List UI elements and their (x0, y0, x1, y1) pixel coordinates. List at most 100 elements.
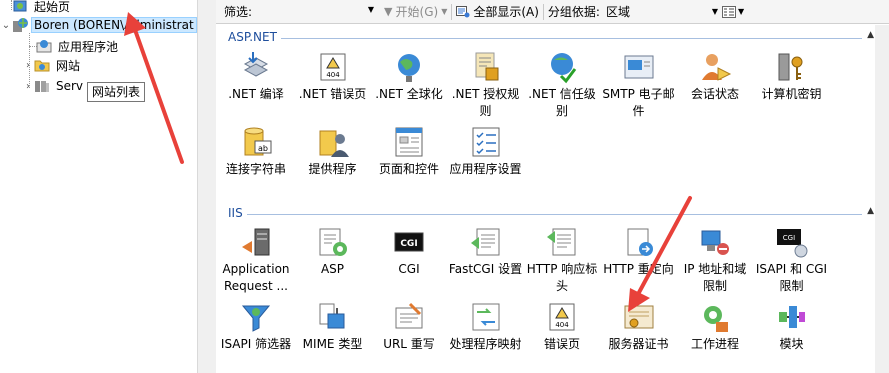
feature-modules[interactable]: 模块 (754, 300, 830, 373)
tree-item-app-pools[interactable]: 应用程序池 (36, 36, 121, 56)
tree-item-sites[interactable]: › 网站 (22, 55, 83, 75)
feature-label: 模块 (779, 337, 804, 351)
dropdown-arrow-icon[interactable]: ▼ (368, 5, 374, 14)
features-view: ASP.NET ▲ .NET 编译 404 .NET 错误页 .NET 全球化 .NET… (216, 25, 889, 373)
server-globe-icon (12, 17, 28, 33)
feature-label: .NET 信任级别 (528, 87, 596, 118)
feature-mime-types[interactable]: MIME 类型 (295, 300, 371, 373)
feature-http-redirect[interactable]: HTTP 重定向 (601, 225, 677, 301)
feature-arr[interactable]: Application Request ... (218, 225, 294, 301)
feature-net-error-pages[interactable]: 404 .NET 错误页 (295, 50, 371, 126)
feature-label: 会话状态 (690, 87, 739, 101)
feature-cgi[interactable]: CGI CGI (371, 225, 447, 301)
feature-grid-iis: Application Request ... ASP CGI CGI FastCGI … (216, 225, 876, 373)
toolbar-separator (451, 3, 453, 20)
group-header-iis[interactable]: IIS ▲ (216, 204, 876, 222)
toolbar-separator (542, 3, 544, 20)
feature-label: .NET 编译 (228, 87, 284, 101)
tree-item-label: Boren (BOREN\Administrat (31, 17, 197, 33)
feature-server-certificates[interactable]: 服务器证书 (601, 300, 677, 373)
feature-app-settings[interactable]: 应用程序设置 (448, 125, 524, 201)
feature-fastcgi[interactable]: FastCGI 设置 (448, 225, 524, 301)
filter-input[interactable]: ▼ (258, 3, 376, 21)
feature-label: .NET 错误页 (298, 87, 367, 101)
net-authorization-icon (469, 50, 503, 84)
feature-net-globalization[interactable]: .NET 全球化 (371, 50, 447, 126)
feature-label: Application Request ... (222, 262, 290, 293)
funnel-icon: ▼ (384, 5, 393, 18)
net-compile-icon (239, 50, 273, 84)
session-state-icon (698, 50, 732, 84)
feature-handler-mappings[interactable]: 处理程序映射 (448, 300, 524, 373)
dropdown-arrow-icon[interactable]: ▼ (441, 7, 447, 16)
asp-icon (316, 225, 350, 259)
isapi-cgi-restrictions-icon: CGI (775, 225, 809, 259)
feature-label: ISAPI 和 CGI 限制 (755, 262, 828, 293)
group-by-label: 分组依据: (547, 5, 600, 19)
collapse-icon[interactable]: ▲ (867, 206, 874, 216)
dropdown-arrow-icon[interactable]: ▼ (712, 7, 718, 16)
tree-item-start-page[interactable]: 起始页 (12, 0, 73, 16)
feature-smtp-email[interactable]: SMTP 电子邮件 (601, 50, 677, 126)
iis-manager-window: 起始页 ⌄ Boren (BOREN\Administrat 应用程序池 › 网… (0, 0, 889, 373)
tree-item-label: 起始页 (34, 0, 71, 14)
feature-isapi-filters[interactable]: ISAPI 筛选器 (218, 300, 294, 373)
feature-pages-controls[interactable]: 页面和控件 (371, 125, 447, 201)
net-error-pages-icon: 404 (316, 50, 350, 84)
sites-folder-icon (34, 57, 50, 73)
machine-key-icon (775, 50, 809, 84)
connections-tree: 起始页 ⌄ Boren (BOREN\Administrat 应用程序池 › 网… (0, 0, 197, 373)
feature-worker-processes[interactable]: 工作进程 (677, 300, 753, 373)
feature-providers[interactable]: 提供程序 (295, 125, 371, 201)
feature-label: 提供程序 (308, 162, 357, 176)
svg-text:CGI: CGI (400, 239, 417, 249)
feature-label: ASP (320, 262, 345, 276)
dropdown-arrow-icon[interactable]: ▼ (738, 7, 744, 16)
feature-ip-restrictions[interactable]: IP 地址和域限制 (677, 225, 753, 301)
net-globalization-icon (392, 50, 426, 84)
go-button[interactable]: ▼ 开始(G) ▼ (384, 3, 447, 20)
group-by-value: 区域 (605, 5, 630, 19)
feature-http-response-headers[interactable]: HTTP 响应标头 (524, 225, 600, 301)
tree-item-server-farms[interactable]: › Serv (22, 76, 86, 96)
feature-label: 页面和控件 (378, 162, 439, 176)
vertical-scrollbar[interactable] (875, 25, 889, 373)
feature-asp[interactable]: ASP (295, 225, 371, 301)
feature-label: CGI (398, 262, 420, 276)
svg-text:404: 404 (326, 71, 340, 79)
pages-controls-icon (392, 125, 426, 159)
feature-label: 计算机密钥 (761, 87, 822, 101)
show-all-button[interactable]: 全部显示(A) (456, 3, 539, 20)
feature-label: .NET 全球化 (375, 87, 443, 101)
feature-connection-strings[interactable]: ab 连接字符串 (218, 125, 294, 201)
worker-processes-icon (698, 300, 732, 334)
feature-session-state[interactable]: 会话状态 (677, 50, 753, 126)
view-mode-button[interactable]: ▼ (721, 5, 744, 18)
start-page-icon (12, 0, 28, 14)
feature-label: URL 重写 (383, 337, 435, 351)
feature-net-compile[interactable]: .NET 编译 (218, 50, 294, 126)
feature-error-pages[interactable]: 404 错误页 (524, 300, 600, 373)
arr-icon (239, 225, 273, 259)
ip-restrictions-icon (698, 225, 732, 259)
feature-isapi-cgi-restrictions[interactable]: CGI ISAPI 和 CGI 限制 (754, 225, 830, 301)
chevron-right-icon[interactable]: › (22, 60, 34, 71)
tree-item-server[interactable]: ⌄ Boren (BOREN\Administrat (0, 15, 197, 35)
feature-machine-key[interactable]: 计算机密钥 (754, 50, 830, 126)
server-certificates-icon (622, 300, 656, 334)
chevron-right-icon[interactable]: › (22, 81, 34, 92)
group-divider (228, 38, 862, 39)
feature-net-authorization[interactable]: .NET 授权规则 (448, 50, 524, 126)
tree-item-label: 应用程序池 (58, 39, 119, 54)
chevron-down-icon[interactable]: ⌄ (0, 20, 12, 31)
collapse-icon[interactable]: ▲ (867, 30, 874, 40)
feature-url-rewrite[interactable]: URL 重写 (371, 300, 447, 373)
feature-net-trust-levels[interactable]: .NET 信任级别 (524, 50, 600, 126)
app-pool-icon (36, 38, 52, 54)
svg-text:ab: ab (258, 144, 268, 153)
view-icon (721, 5, 736, 18)
feature-label: ISAPI 筛选器 (220, 337, 292, 351)
fastcgi-icon (469, 225, 503, 259)
group-header-aspnet[interactable]: ASP.NET ▲ (216, 28, 876, 46)
group-by-select[interactable]: 区域 ▼ (606, 3, 718, 20)
